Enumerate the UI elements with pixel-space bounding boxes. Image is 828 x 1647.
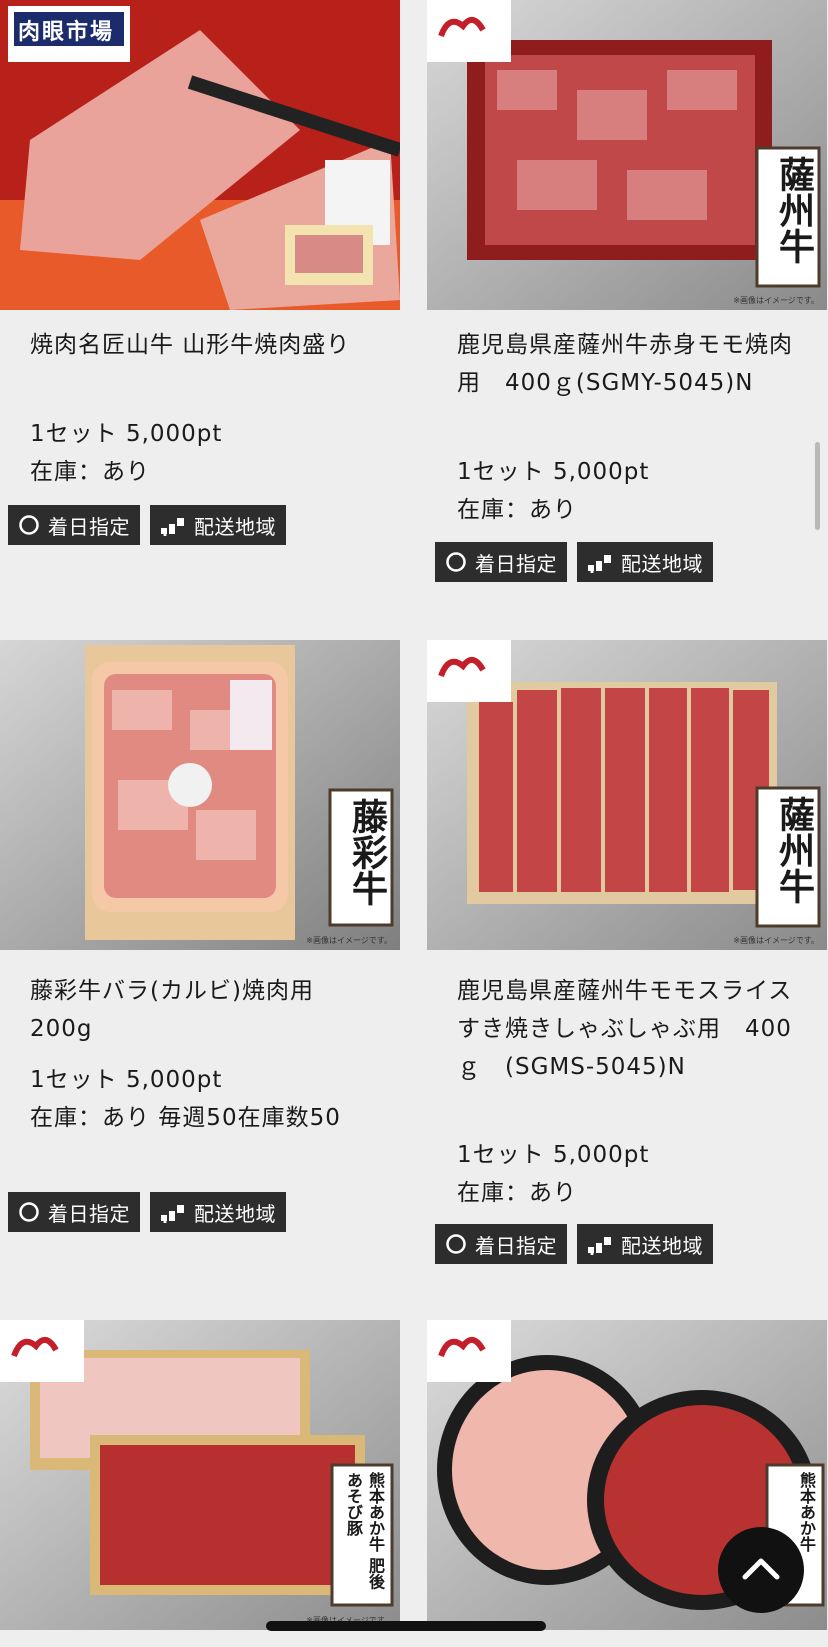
truck-icon bbox=[160, 1201, 186, 1223]
delivery-date-tag[interactable]: 着日指定 bbox=[8, 505, 140, 545]
product-card[interactable]: 藤彩牛 ※画像はイメージです。 藤彩牛バラ(カルビ)焼肉用200g 1セット 5… bbox=[0, 640, 400, 1232]
image-note: ※画像はイメージです。 bbox=[306, 936, 392, 945]
circle-icon bbox=[445, 1233, 467, 1255]
truck-icon bbox=[160, 514, 186, 536]
circle-icon bbox=[18, 514, 40, 536]
product-stock: 在庫：あり bbox=[30, 459, 150, 485]
shipping-area-tag[interactable]: 配送地域 bbox=[150, 505, 286, 545]
image-note: ※画像はイメージです。 bbox=[733, 936, 819, 945]
brand-logo: 肉眼市場 bbox=[18, 20, 115, 45]
product-label: 熊本あか牛 肥後あそび豚 bbox=[344, 1472, 385, 1590]
delivery-date-tag[interactable]: 着日指定 bbox=[8, 1192, 140, 1232]
shipping-area-tag[interactable]: 配送地域 bbox=[577, 1224, 713, 1264]
truck-icon bbox=[587, 1233, 613, 1255]
circle-icon bbox=[445, 551, 467, 573]
image-note: ※画像はイメージです。 bbox=[733, 296, 819, 305]
product-label: 薩州牛 bbox=[773, 156, 814, 264]
chevron-up-icon bbox=[741, 1555, 781, 1585]
product-card[interactable]: 肉眼市場 焼肉名匠山牛 山形牛焼肉盛り 1セット 5,000pt 在庫：あり 着… bbox=[0, 0, 400, 545]
product-price: 1セット 5,000pt bbox=[30, 421, 223, 447]
product-label: 薩州牛 bbox=[773, 796, 814, 904]
product-stock: 在庫：あり bbox=[457, 497, 577, 523]
truck-icon bbox=[587, 551, 613, 573]
product-image[interactable]: 薩州牛 ※画像はイメージです。 bbox=[427, 640, 827, 950]
delivery-date-tag[interactable]: 着日指定 bbox=[435, 1224, 567, 1264]
product-card[interactable]: 熊本あか牛 肥後あそび豚 ※画像はイメージです。 bbox=[0, 1320, 400, 1630]
scroll-to-top-button[interactable] bbox=[718, 1527, 804, 1613]
product-card[interactable]: 薩州牛 ※画像はイメージです。 鹿児島県産薩州牛モモスライスすき焼きしゃぶしゃぶ… bbox=[427, 640, 827, 1264]
product-stock: 在庫：あり bbox=[457, 1180, 577, 1206]
delivery-date-tag[interactable]: 着日指定 bbox=[435, 542, 567, 582]
product-card[interactable]: 薩州牛 ※画像はイメージです。 鹿児島県産薩州牛赤身モモ焼肉用 400ｇ(SGM… bbox=[427, 0, 827, 582]
product-label: 藤彩牛 bbox=[346, 798, 387, 906]
shipping-area-tag[interactable]: 配送地域 bbox=[150, 1192, 286, 1232]
product-title[interactable]: 藤彩牛バラ(カルビ)焼肉用200g bbox=[30, 972, 370, 1048]
product-stock: 在庫：あり 毎週50在庫数50 bbox=[30, 1105, 341, 1131]
product-title[interactable]: 焼肉名匠山牛 山形牛焼肉盛り bbox=[30, 326, 370, 364]
product-title[interactable]: 鹿児島県産薩州牛赤身モモ焼肉用 400ｇ(SGMY-5045)N bbox=[457, 326, 797, 402]
product-image[interactable]: 肉眼市場 bbox=[0, 0, 400, 310]
product-image[interactable]: 藤彩牛 ※画像はイメージです。 bbox=[0, 640, 400, 950]
scrollbar[interactable] bbox=[815, 442, 820, 530]
product-image[interactable]: 薩州牛 ※画像はイメージです。 bbox=[427, 0, 827, 310]
shipping-area-tag[interactable]: 配送地域 bbox=[577, 542, 713, 582]
product-image[interactable]: 熊本あか牛 肥後あそび豚 ※画像はイメージです。 bbox=[0, 1320, 400, 1630]
home-indicator bbox=[266, 1621, 546, 1631]
product-price: 1セット 5,000pt bbox=[457, 1142, 650, 1168]
circle-icon bbox=[18, 1201, 40, 1223]
product-price: 1セット 5,000pt bbox=[457, 459, 650, 485]
product-price: 1セット 5,000pt bbox=[30, 1067, 223, 1093]
product-title[interactable]: 鹿児島県産薩州牛モモスライスすき焼きしゃぶしゃぶ用 400ｇ (SGMS-504… bbox=[457, 972, 797, 1086]
